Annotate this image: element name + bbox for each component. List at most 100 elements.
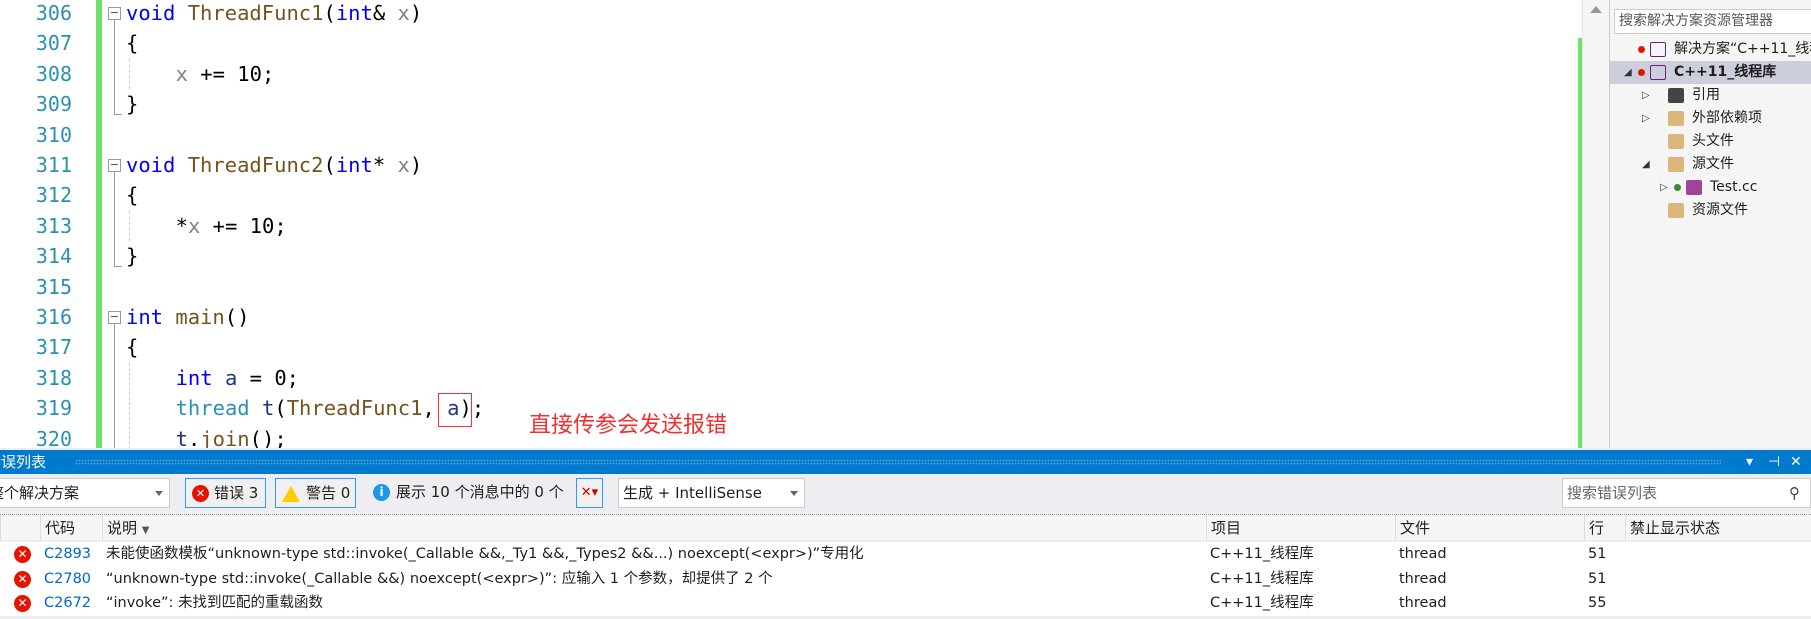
code-token: &: [372, 1, 398, 25]
code-token: (: [323, 153, 336, 177]
solution-explorer: 搜索解决方案资源管理器 解决方案“C++11_线程库” ◢ C++11_线程库 ▷ 引用…: [1609, 0, 1811, 448]
code-line[interactable]: t.join();: [176, 424, 287, 448]
code-editor[interactable]: 306 void ThreadFunc1(int& x) 307{308 x += 1…: [0, 0, 1582, 448]
column-header-suppression[interactable]: 禁止显示状态: [1625, 515, 1785, 541]
code-line[interactable]: {: [126, 180, 138, 210]
filter-folder-icon: [1668, 203, 1684, 218]
tree-item-label: 头文件: [1692, 133, 1734, 149]
messages-count: 展示 10 个消息中的 0 个: [396, 483, 564, 501]
code-token: t: [175, 426, 188, 448]
collapse-icon[interactable]: −: [108, 159, 121, 172]
error-description: “invoke”: 未找到匹配的重载函数: [106, 595, 323, 611]
scope-dropdown[interactable]: 整个解决方案: [0, 478, 170, 508]
code-token: ThreadFunc1: [286, 396, 423, 421]
error-row[interactable]: ✕ C2672 “invoke”: 未找到匹配的重载函数 C++11_线程库 threa…: [0, 591, 1811, 616]
error-description: “unknown-type std::invoke(_Callable &&) …: [106, 570, 773, 587]
warnings-filter-button[interactable]: 警告 0: [275, 478, 356, 508]
expanded-arrow-icon[interactable]: ◢: [1642, 153, 1650, 176]
line-number: 319: [35, 396, 72, 421]
tree-item[interactable]: ◢ 源文件: [1610, 153, 1811, 176]
fold-line: [114, 172, 115, 267]
code-token: void: [126, 1, 176, 25]
tree-item[interactable]: ▷ Test.cc: [1610, 176, 1811, 199]
filter-clear-icon: ✕▾: [580, 485, 599, 500]
error-row[interactable]: ✕ C2893 未能使函数模板“unknown-type std::invoke(_…: [0, 542, 1811, 567]
collapse-icon[interactable]: −: [108, 311, 121, 324]
code-line[interactable]: int a = 0;: [176, 363, 299, 393]
clear-filter-button[interactable]: ✕▾: [576, 478, 603, 508]
references-icon: [1668, 88, 1684, 103]
code-line[interactable]: void ThreadFunc2(int* x): [126, 150, 422, 180]
code-token: main: [175, 305, 225, 329]
code-line[interactable]: int main(): [126, 302, 249, 332]
expanded-arrow-icon[interactable]: ◢: [1624, 61, 1632, 84]
code-line[interactable]: {: [126, 28, 138, 58]
close-icon[interactable]: ✕: [1790, 450, 1802, 474]
code-token: += 10;: [187, 61, 275, 86]
solution-search-input[interactable]: 搜索解决方案资源管理器: [1614, 9, 1811, 34]
code-token: .: [187, 426, 201, 448]
column-header-file[interactable]: 文件: [1395, 515, 1584, 541]
error-code-link[interactable]: C2780: [44, 567, 91, 592]
drag-grip[interactable]: [75, 459, 1721, 465]
tree-item[interactable]: ▷ 外部依赖项: [1610, 107, 1811, 130]
tree-item[interactable]: ◢ C++11_线程库: [1610, 61, 1811, 84]
pin-icon[interactable]: ⊣: [1768, 450, 1780, 474]
code-token: thread: [175, 396, 250, 421]
errors-filter-button[interactable]: ✕ 错误 3: [185, 478, 266, 508]
code-line[interactable]: x += 10;: [176, 59, 275, 89]
tree-item[interactable]: ▷ 引用: [1610, 84, 1811, 107]
tree-item[interactable]: 头文件: [1610, 130, 1811, 153]
code-token: int: [335, 153, 373, 177]
tree-item[interactable]: 解决方案“C++11_线程库”: [1610, 38, 1811, 61]
tree-item-label: 资源文件: [1692, 202, 1748, 218]
scroll-up-icon[interactable]: [1590, 6, 1602, 13]
error-file: thread: [1399, 546, 1447, 562]
filter-folder-icon: [1668, 134, 1684, 149]
indent-guide: [129, 58, 130, 90]
code-token: a: [224, 365, 238, 390]
error-list-titlebar: 错误列表 ▾ ⊣ ✕: [0, 450, 1811, 474]
column-header-line[interactable]: 行: [1584, 515, 1625, 541]
window-position-dropdown-icon[interactable]: ▾: [1746, 450, 1753, 474]
code-token: int: [335, 1, 373, 25]
error-search-input[interactable]: 搜索错误列表 ⚲: [1562, 478, 1811, 508]
code-line[interactable]: }: [126, 89, 138, 119]
code-line[interactable]: }: [126, 241, 138, 271]
tree-item-label: Test.cc: [1710, 179, 1758, 195]
error-description: 未能使函数模板“unknown-type std::invoke(_Callab…: [106, 546, 864, 562]
scrollbar-change-marker: [1578, 38, 1582, 448]
fold-line: [114, 324, 115, 448]
line-number: 312: [35, 183, 72, 208]
messages-filter-button[interactable]: i 展示 10 个消息中的 0 个: [367, 478, 570, 508]
code-token: x: [187, 213, 201, 238]
column-header-icon[interactable]: [0, 515, 40, 541]
code-line[interactable]: *x += 10;: [176, 211, 287, 241]
sort-icon: ▼: [141, 525, 150, 536]
code-line[interactable]: void ThreadFunc1(int& x): [126, 0, 422, 28]
tree-item-label: C++11_线程库: [1674, 64, 1777, 80]
collapse-icon[interactable]: −: [108, 7, 121, 20]
column-header-description[interactable]: 说明 ▼: [102, 515, 1206, 541]
tree-item[interactable]: 资源文件: [1610, 199, 1811, 222]
code-token: ThreadFunc1: [187, 1, 324, 25]
column-header-code[interactable]: 代码: [40, 515, 102, 541]
code-line[interactable]: {: [126, 332, 138, 362]
collapsed-arrow-icon[interactable]: ▷: [1642, 84, 1650, 107]
collapsed-arrow-icon[interactable]: ▷: [1660, 176, 1668, 199]
collapsed-arrow-icon[interactable]: ▷: [1642, 107, 1650, 130]
error-project: C++11_线程库: [1210, 570, 1314, 587]
column-header-project[interactable]: 项目: [1206, 515, 1395, 541]
error-code-link[interactable]: C2672: [44, 591, 91, 616]
build-filter-dropdown[interactable]: 生成 + IntelliSense: [618, 478, 805, 508]
error-code-link[interactable]: C2893: [44, 542, 91, 567]
code-token: x: [175, 61, 188, 86]
code-token: ): [409, 153, 423, 177]
panel-title: 错误列表: [0, 453, 47, 471]
error-row[interactable]: ✕ C2780 “unknown-type std::invoke(_Callabl…: [0, 566, 1811, 592]
editor-vertical-scrollbar[interactable]: [1578, 0, 1609, 448]
code-token: t: [262, 396, 275, 421]
